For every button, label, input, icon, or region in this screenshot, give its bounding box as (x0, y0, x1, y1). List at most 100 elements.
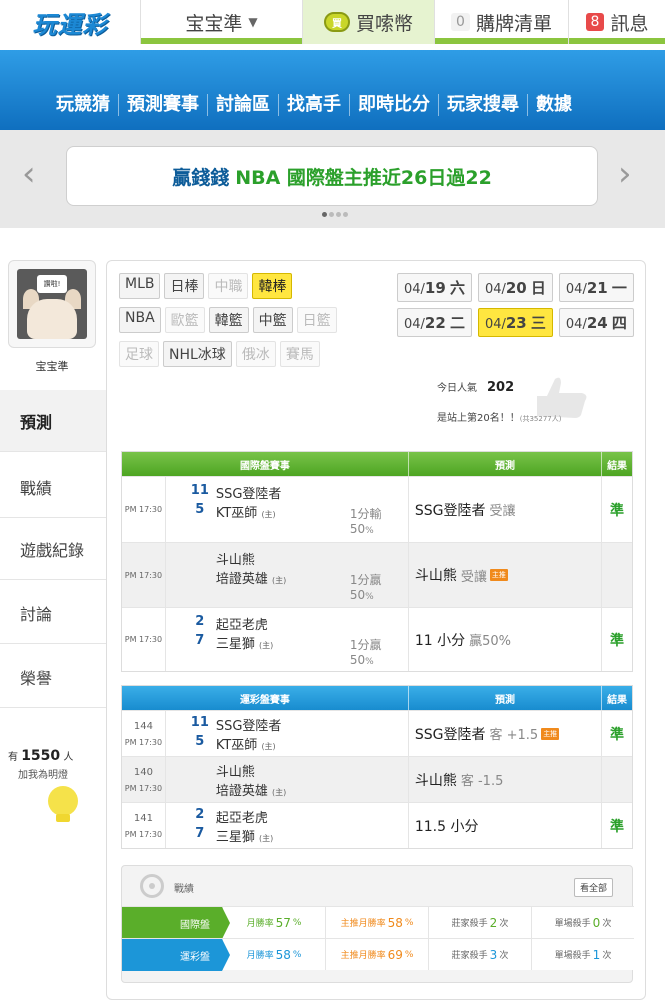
record-tag: 運彩盤 (122, 939, 230, 971)
away-team[interactable]: SSG登陸者 (216, 483, 282, 502)
sport-chip-cba[interactable]: 中籃 (252, 307, 293, 333)
teams-cell: 斗山熊 培證英雄 (主) 1分贏 50% (166, 543, 409, 607)
bulb-count: 1550 (21, 748, 61, 764)
top-bar: 玩運彩 宝宝準 ▼ 買買嗦幣 0 購牌清單 8 訊息 (0, 0, 665, 44)
table-row[interactable]: PM 17:30 11 5 SSG登陸者 KT巫師 (主) 1分輸 50% SSG… (122, 476, 632, 542)
single-value: 0 (592, 915, 601, 930)
main-value: 58 (387, 915, 403, 930)
sport-chip-mlb[interactable]: MLB (119, 273, 161, 299)
popularity-value: 202 (487, 380, 515, 395)
sport-chip-kbo[interactable]: 韓棒 (252, 273, 293, 299)
away-team[interactable]: 斗山熊 (216, 549, 255, 568)
odds-pct: 50 (349, 653, 366, 667)
rank-label: 是站上第20名！！ (437, 413, 520, 424)
home-team[interactable]: 三星獅 (主) (216, 826, 273, 845)
sidebar-item-discussion[interactable]: 討論 (0, 582, 106, 644)
home-team[interactable]: KT巫師 (主) (216, 502, 276, 521)
carousel-dot[interactable] (322, 212, 327, 217)
main-label: 主推月勝率 (340, 951, 386, 961)
nav-item-data[interactable]: 數據 (527, 94, 580, 116)
nav-item-predict[interactable]: 預測賽事 (118, 94, 207, 116)
away-team[interactable]: 斗山熊 (216, 761, 255, 780)
away-team[interactable]: 起亞老虎 (216, 807, 268, 826)
home-team-name: 三星獅 (215, 637, 255, 652)
view-all-button[interactable]: 看全部 (574, 878, 614, 897)
date-row: 04/22 二 04/23 三 04/24 四 (397, 308, 634, 337)
buy-coin-button[interactable]: 買買嗦幣 (302, 0, 434, 44)
avatar[interactable]: 讚啦! (8, 260, 96, 348)
sidebar-item-predict[interactable]: 預測 (0, 390, 106, 452)
sport-chip-horse-racing: 賽馬 (279, 341, 320, 367)
nav-item-guess[interactable]: 玩競猜 (56, 94, 118, 116)
nav-item-experts[interactable]: 找高手 (278, 94, 349, 116)
date-weekday: 一 (611, 279, 627, 297)
odds-line: 1分輸 (349, 507, 382, 521)
carousel-next-icon[interactable]: › (618, 154, 632, 194)
follow-bulb-button[interactable]: 有 1550 人 加我為明燈 (8, 748, 98, 828)
monthly-label: 月勝率 (246, 919, 274, 929)
chevron-down-icon: ▼ (248, 15, 258, 29)
bank-value: 3 (489, 947, 498, 962)
away-team[interactable]: SSG登陸者 (216, 715, 282, 734)
monthly-value: 57 (275, 915, 291, 930)
date-chip[interactable]: 04/19 六 (397, 273, 472, 302)
game-time: PM 17:30 (124, 737, 163, 747)
nav-item-forum[interactable]: 討論區 (207, 94, 278, 116)
date-chip[interactable]: 04/20 日 (477, 273, 553, 302)
home-team[interactable]: 三星獅 (主) (216, 633, 273, 652)
date-chip[interactable]: 04/21 一 (558, 273, 634, 302)
table-row[interactable]: PM 17:30 斗山熊 培證英雄 (主) 1分贏 50% 斗山熊 受讓 主推 (122, 542, 632, 607)
sport-chip-nhl[interactable]: NHL冰球 (163, 341, 232, 367)
sport-chip-cpbl: 中職 (208, 273, 249, 299)
away-score: 2 (195, 614, 205, 629)
prediction-cell: 斗山熊客 -1.5 (409, 757, 603, 802)
sidebar-item-game-log[interactable]: 遊戲紀錄 (0, 518, 106, 580)
pct-sign: % (365, 592, 374, 602)
nav-item-player-search[interactable]: 玩家搜尋 (438, 94, 527, 116)
user-dropdown[interactable]: 宝宝準 ▼ (140, 0, 302, 44)
bank-label: 莊家殺手 (451, 951, 488, 961)
monthly-win-rate: 月勝率 57% (222, 907, 325, 938)
messages-button[interactable]: 8 訊息 (568, 0, 665, 44)
sport-filter: MLB 日棒 中職 韓棒 NBA 歐籃 韓籃 中籃 日籃 足球 NHL冰球 俄冰… (119, 273, 389, 375)
game-time-cell: 140 PM 17:30 (122, 757, 166, 802)
carousel-dots (322, 212, 348, 217)
carousel-dot[interactable] (336, 212, 341, 217)
sidebar-item-record[interactable]: 戰績 (0, 456, 106, 518)
carousel-dot[interactable] (329, 212, 334, 217)
nav-item-live-score[interactable]: 即時比分 (349, 94, 438, 116)
date-month: 04/ (404, 282, 425, 297)
table-row[interactable]: 144 PM 17:30 11 5 SSG登陸者 KT巫師 (主) SSG登陸者客… (122, 710, 632, 756)
site-logo[interactable]: 玩運彩 (0, 0, 140, 44)
teams-cell: 2 7 起亞老虎 三星獅 (主) (166, 803, 409, 848)
home-marker: (主) (258, 641, 274, 650)
sport-chip-kbl[interactable]: 韓籃 (208, 307, 249, 333)
home-score: 5 (195, 502, 205, 517)
table-row[interactable]: 141 PM 17:30 2 7 起亞老虎 三星獅 (主) 11.5 小分 準 (122, 802, 632, 848)
home-team[interactable]: KT巫師 (主) (216, 734, 276, 753)
home-team[interactable]: 培證英雄 (主) (216, 780, 286, 799)
bulb-suffix: 人 (63, 752, 74, 763)
cart-button[interactable]: 0 購牌清單 (434, 0, 568, 44)
date-chip[interactable]: 04/24 四 (558, 308, 634, 337)
teams-cell: 11 5 SSG登陸者 KT巫師 (主) 1分輸 50% (166, 477, 409, 542)
away-team[interactable]: 起亞老虎 (216, 614, 268, 633)
date-chip[interactable]: 04/22 二 (397, 308, 472, 337)
carousel-dot[interactable] (343, 212, 348, 217)
home-team-name: KT巫師 (215, 506, 258, 521)
banner-slide[interactable]: 贏錢錢 NBA 國際盤主推近26日過22 (66, 146, 598, 206)
sport-chip-npb[interactable]: 日棒 (164, 273, 205, 299)
date-chip-selected[interactable]: 04/23 三 (477, 308, 553, 337)
bank-value: 2 (489, 915, 498, 930)
table-row[interactable]: 140 PM 17:30 斗山熊 培證英雄 (主) 斗山熊客 -1.5 (122, 756, 632, 802)
table-row[interactable]: PM 17:30 2 7 起亞老虎 三星獅 (主) 1分贏 50% 11 小分 贏5… (122, 607, 632, 671)
main-value: 69 (387, 947, 403, 962)
sidebar-item-honor[interactable]: 榮譽 (0, 646, 106, 708)
carousel-prev-icon[interactable]: ‹ (22, 154, 36, 194)
record-row: 運彩盤 月勝率 58% 主推月勝率 69% 莊家殺手 3 次 單場殺手 1 次 (122, 938, 634, 971)
home-team[interactable]: 培證英雄 (主) (216, 568, 286, 587)
sport-chip-nba[interactable]: NBA (119, 307, 161, 333)
game-time: PM 17:30 (124, 829, 163, 839)
date-filter: 04/19 六 04/20 日 04/21 一 04/22 二 04/23 三 … (397, 273, 634, 343)
intl-predictions-table: 國際盤賽事 預測 結果 PM 17:30 11 5 SSG登陸者 KT巫師 (主… (121, 451, 633, 672)
